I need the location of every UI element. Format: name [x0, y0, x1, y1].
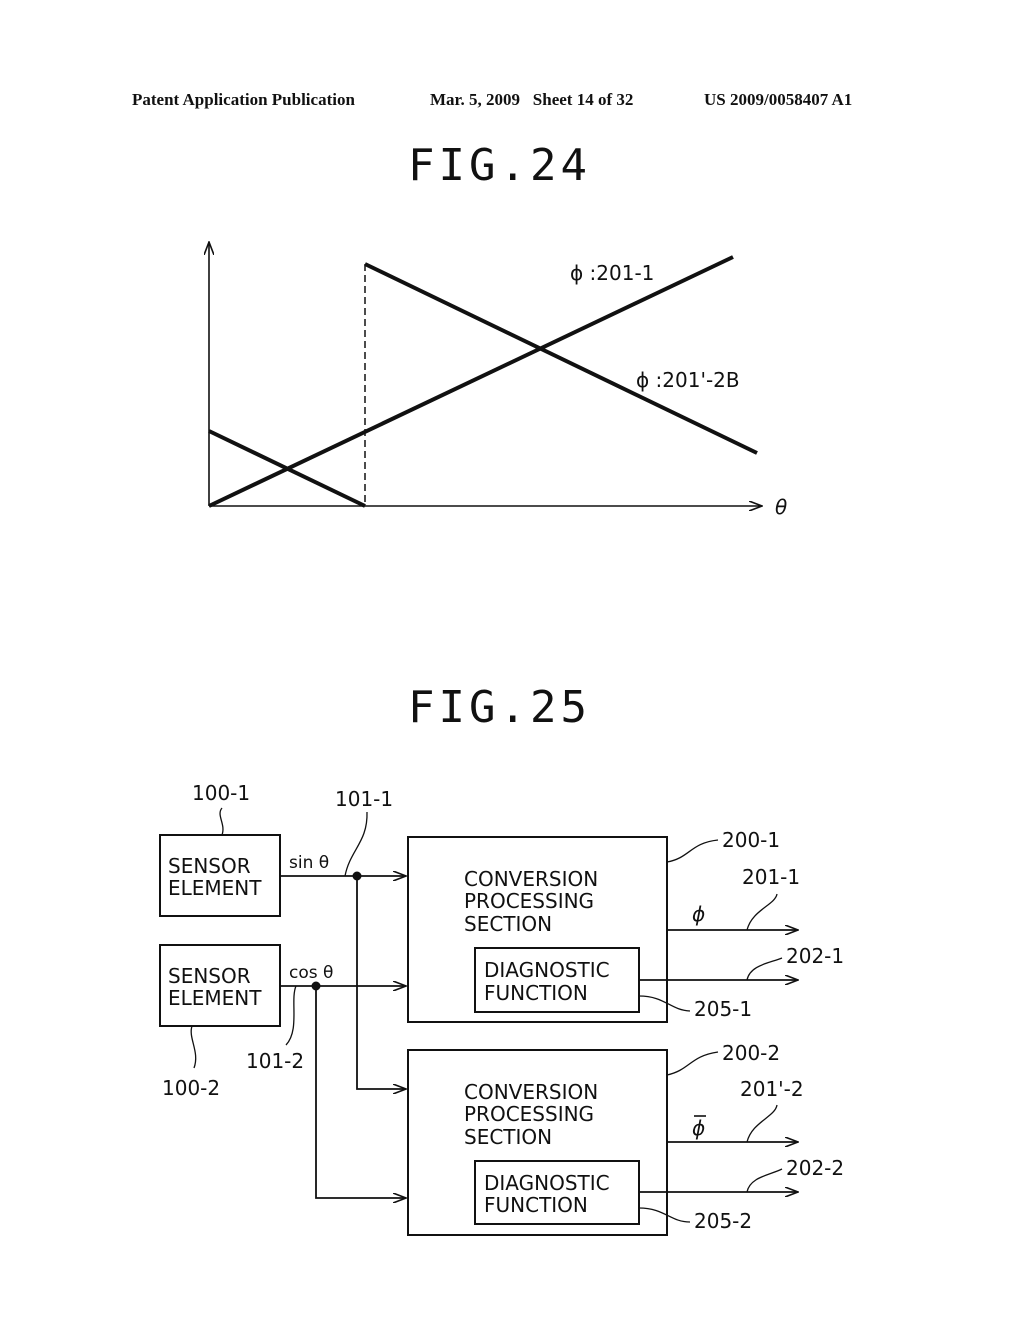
leader-101-1 [344, 811, 368, 877]
curve-label-201-2b: ϕ :201'-2B [636, 368, 740, 392]
leader-205-1 [638, 995, 691, 1012]
curve-201-2b-seg2 [364, 262, 758, 455]
leader-202-1 [746, 957, 783, 981]
ref-101-2: 101-2 [246, 1049, 304, 1073]
fig25-labels: 100-1 100-2 101-1 101-2 SENSOR ELEMENT S… [162, 781, 844, 1233]
diag-1-line1: DIAGNOSTIC [484, 958, 610, 982]
leader-202-2 [746, 1168, 783, 1193]
ref-101-1: 101-1 [335, 787, 393, 811]
ref-205-2: 205-2 [694, 1209, 752, 1233]
ref-200-2: 200-2 [722, 1041, 780, 1065]
ref-200-1: 200-1 [722, 828, 780, 852]
leader-201-1 [746, 893, 778, 931]
leader-200-2 [666, 1051, 719, 1076]
junction-cos [311, 981, 321, 991]
leader-101-2 [285, 985, 297, 1046]
curve-label-201-1: ϕ :201-1 [570, 261, 654, 285]
cos-branch-wire [315, 986, 406, 1198]
output-symbol-phi: ϕ [692, 902, 705, 926]
diag-2-line2: FUNCTION [484, 1193, 588, 1217]
section-2-line2: PROCESSING [464, 1102, 594, 1126]
ref-205-1: 205-1 [694, 997, 752, 1021]
ref-201-2: 201'-2 [740, 1077, 804, 1101]
fig24-graph: θ ϕ :201-1 ϕ :201'-2B [209, 242, 787, 519]
leader-200-1 [666, 839, 719, 863]
leader-100-1 [219, 807, 224, 836]
figures-canvas: θ ϕ :201-1 ϕ :201'-2B 100-1 100-2 101-1 … [159, 0, 844, 1236]
diag-1-line2: FUNCTION [484, 981, 588, 1005]
x-axis-label: θ [775, 495, 787, 519]
ref-202-2: 202-2 [786, 1156, 844, 1180]
sensor-2-line2: ELEMENT [168, 986, 262, 1010]
sensor-2-line1: SENSOR [168, 964, 251, 988]
section-1-line2: PROCESSING [464, 889, 594, 913]
signal-sin: sin θ [289, 853, 329, 873]
sensor-1-line2: ELEMENT [168, 876, 262, 900]
junction-sin [352, 871, 362, 881]
ref-201-1: 201-1 [742, 865, 800, 889]
section-2-line1: CONVERSION [464, 1080, 598, 1104]
section-2-line3: SECTION [464, 1125, 552, 1149]
ref-100-1: 100-1 [192, 781, 250, 805]
sensor-1-line1: SENSOR [168, 854, 251, 878]
leader-100-2 [190, 1025, 197, 1069]
output-symbol-phi-bar: ϕ [692, 1116, 705, 1140]
ref-202-1: 202-1 [786, 944, 844, 968]
signal-cos: cos θ [289, 963, 333, 983]
ref-100-2: 100-2 [162, 1076, 220, 1100]
section-1-line3: SECTION [464, 912, 552, 936]
leader-201-2 [746, 1104, 778, 1143]
diag-2-line1: DIAGNOSTIC [484, 1171, 610, 1195]
sin-branch-wire [356, 876, 406, 1089]
section-1-line1: CONVERSION [464, 867, 598, 891]
leader-205-2 [638, 1207, 691, 1223]
